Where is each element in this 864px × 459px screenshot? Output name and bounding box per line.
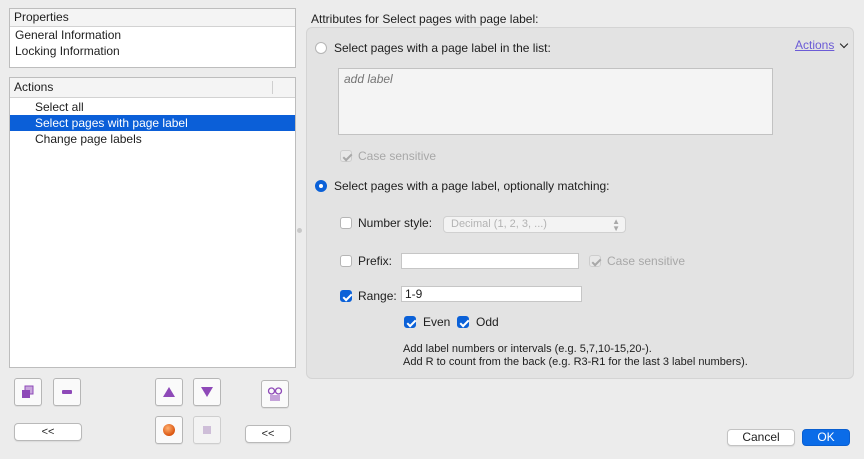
actions-menu-label: Actions	[795, 38, 835, 52]
triangle-down-icon	[201, 387, 213, 397]
prefix-case-sensitive-label: Case sensitive	[607, 254, 686, 268]
action-item-select-pages-with-page-label[interactable]: Select pages with page label	[10, 115, 295, 131]
label-list-textarea[interactable]	[338, 68, 773, 135]
prefix-label: Prefix:	[358, 254, 393, 268]
number-style-checkbox[interactable]	[340, 217, 352, 229]
inspect-button[interactable]	[261, 380, 289, 408]
collapse-left-button[interactable]: <<	[14, 423, 82, 441]
help-text-line-1: Add label numbers or intervals (e.g. 5,7…	[403, 343, 652, 355]
actions-header-label: Actions	[14, 80, 54, 94]
radio-list-option-label: Select pages with a page label in the li…	[334, 41, 551, 55]
properties-panel: Properties General Information Locking I…	[9, 8, 296, 68]
remove-action-button[interactable]	[53, 378, 81, 406]
properties-item-locking-information[interactable]: Locking Information	[15, 43, 295, 59]
prefix-checkbox[interactable]	[340, 255, 352, 267]
action-item-label: Select pages with page label	[35, 116, 188, 130]
add-action-icon	[22, 385, 34, 398]
action-item-select-all[interactable]: Select all	[10, 99, 295, 115]
even-checkbox[interactable]	[404, 316, 416, 328]
move-up-button[interactable]	[155, 378, 183, 406]
cancel-button[interactable]: Cancel	[727, 429, 795, 446]
radio-match-option-label: Select pages with a page label, optional…	[334, 179, 610, 193]
prefix-case-sensitive-checkbox[interactable]	[589, 255, 601, 267]
list-case-sensitive-checkbox[interactable]	[340, 150, 352, 162]
list-case-sensitive-label: Case sensitive	[358, 149, 437, 163]
action-item-label: Select all	[35, 100, 84, 114]
help-text-line-2: Add R to count from the back (e.g. R3-R1…	[403, 356, 748, 368]
properties-item-general-information[interactable]: General Information	[15, 27, 295, 43]
triangle-up-icon	[163, 387, 175, 397]
stop-button[interactable]	[193, 416, 221, 444]
odd-checkbox[interactable]	[457, 316, 469, 328]
number-style-value: Decimal (1, 2, 3, ...)	[451, 218, 547, 230]
radio-match-option[interactable]	[315, 180, 327, 192]
chevron-down-icon	[839, 39, 848, 49]
column-divider	[272, 81, 273, 94]
range-checkbox[interactable]	[340, 290, 352, 302]
glasses-icon	[267, 387, 283, 401]
minus-icon	[62, 390, 72, 394]
properties-header: Properties	[10, 9, 295, 27]
ok-button[interactable]: OK	[802, 429, 850, 446]
actions-header: Actions	[10, 78, 295, 98]
attributes-title: Attributes for Select pages with page la…	[311, 12, 539, 26]
number-style-select[interactable]: Decimal (1, 2, 3, ...) ▲ ▼	[443, 216, 626, 233]
add-action-button[interactable]	[14, 378, 42, 406]
splitter-handle[interactable]	[297, 228, 302, 233]
odd-label: Odd	[476, 315, 499, 329]
radio-list-option[interactable]	[315, 42, 327, 54]
stop-icon	[203, 426, 211, 434]
action-item-change-page-labels[interactable]: Change page labels	[10, 131, 295, 147]
number-style-label: Number style:	[358, 216, 433, 230]
actions-panel: Actions Select all Select pages with pag…	[9, 77, 296, 368]
range-input[interactable]	[401, 286, 582, 302]
move-down-button[interactable]	[193, 378, 221, 406]
prefix-input[interactable]	[401, 253, 579, 269]
record-button[interactable]	[155, 416, 183, 444]
record-icon	[163, 424, 175, 436]
even-label: Even	[423, 315, 451, 329]
range-label: Range:	[358, 289, 397, 303]
action-item-label: Change page labels	[35, 132, 142, 146]
collapse-right-button[interactable]: <<	[245, 425, 291, 443]
actions-menu[interactable]: Actions	[795, 38, 848, 52]
updown-chevron-icon: ▲ ▼	[612, 217, 620, 233]
